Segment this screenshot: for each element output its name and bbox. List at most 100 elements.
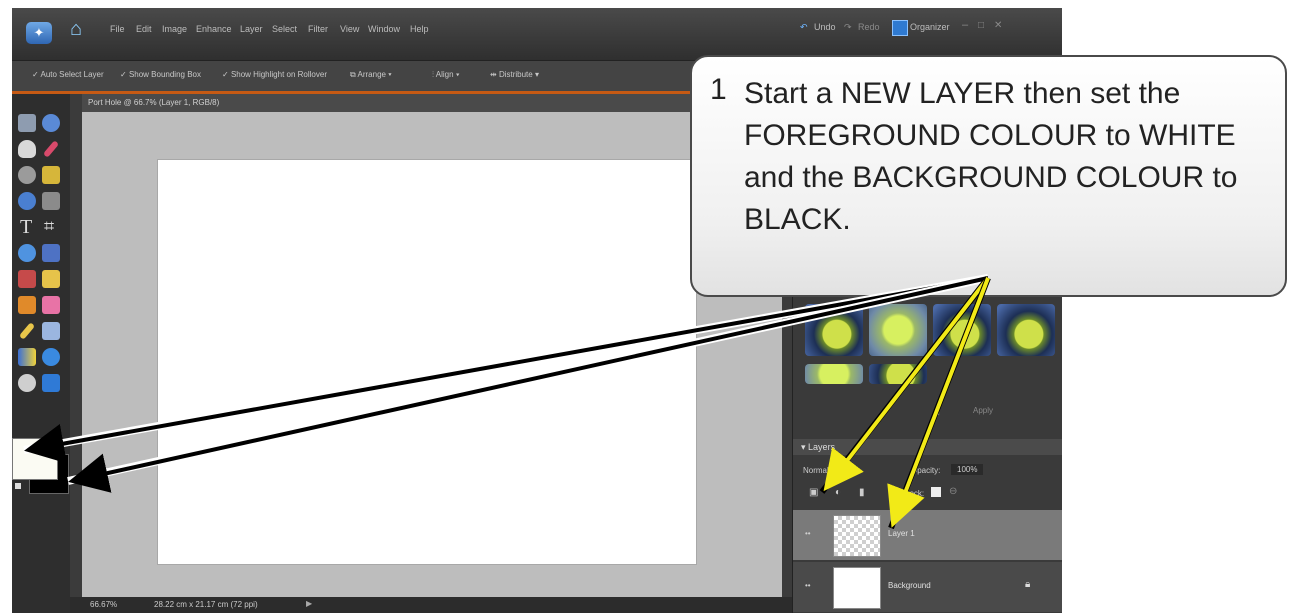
menu-bar: ✦ ⌂ File Edit Image Enhance Layer Select… [12,8,1062,61]
trash-icon[interactable]: ▮ [935,406,940,417]
healing-tool-icon[interactable] [42,270,60,288]
collapse-icon: ▾ [801,442,806,452]
minimize-icon[interactable]: – [962,19,968,31]
lock-transparent-icon[interactable] [931,487,941,497]
menu-enhance[interactable]: Enhance [196,24,232,34]
zoom-tool-icon[interactable] [42,114,60,132]
instruction-callout: 1 Start a NEW LAYER then set the FOREGRO… [690,55,1287,297]
paint-bucket-tool-icon[interactable] [42,322,60,340]
layer-thumbnail [833,515,881,557]
distribute-icon: ⇹ [490,70,497,79]
layer-row-layer-1[interactable]: •• Layer 1 [793,510,1062,560]
menu-help[interactable]: Help [410,24,429,34]
cookie-cutter-tool-icon[interactable] [18,244,36,262]
hand-tool-icon[interactable] [18,140,36,158]
default-colors-icon[interactable] [15,483,21,489]
lock-icon: 🔒︎ [1025,579,1031,590]
arrange-label: Arrange [357,70,386,79]
arrange-icon: ⧉ [350,70,356,79]
visibility-icon[interactable]: •• [805,529,811,538]
canvas-area [82,112,782,597]
layer-name: Layer 1 [888,529,915,538]
arrange-button[interactable]: ⧉ Arrange ▾ [350,70,392,80]
bounding-box-label: Show Bounding Box [128,70,201,79]
menu-file[interactable]: File [110,24,125,34]
toolbox: T ⌗ [12,94,70,613]
magic-wand-tool-icon[interactable] [18,166,36,184]
document-canvas[interactable] [158,160,696,564]
straighten-tool-icon[interactable] [42,244,60,262]
effect-thumbnail[interactable] [933,304,991,356]
effect-thumbnail[interactable] [997,304,1055,356]
menu-edit[interactable]: Edit [136,24,152,34]
maximize-icon[interactable]: □ [978,20,984,31]
align-label: Align [435,70,454,79]
type-tool-icon[interactable]: T [20,216,32,239]
align-button[interactable]: ⫶ Align ▾ [432,70,460,80]
layers-panel-header[interactable]: ▾ Layers [793,439,1062,455]
new-layer-icon[interactable]: ▣ [809,487,818,498]
menu-layer[interactable]: Layer [240,24,263,34]
instruction-text: Start a NEW LAYER then set the FOREGROUN… [744,77,1238,236]
distribute-button[interactable]: ⇹ Distribute ▾ [490,70,539,79]
auto-select-label: Auto Select Layer [40,70,104,79]
effect-thumbnail[interactable] [869,364,927,384]
crop-tool-icon[interactable]: ⌗ [44,216,54,237]
menu-filter[interactable]: Filter [308,24,328,34]
app-logo-icon[interactable]: ✦ [26,22,52,44]
effect-thumbnail[interactable] [805,364,863,384]
redo-button[interactable]: Redo [858,22,880,32]
step-number: 1 [710,73,727,106]
status-arrow-icon[interactable]: ▶ [306,599,312,608]
show-bounding-box-checkbox[interactable]: ✓ Show Bounding Box [120,70,201,79]
zoom-level[interactable]: 66.67% [90,600,117,609]
status-bar: 66.67% 28.22 cm x 21.17 cm (72 ppi) ▶ [70,597,792,613]
lock-label: Lock: [905,489,925,498]
gradient-tool-icon[interactable] [18,348,36,366]
lock-all-icon[interactable]: ⊖ [949,486,957,497]
undo-icon[interactable]: ↶ [800,22,808,33]
layer-thumbnail [833,567,881,609]
show-highlight-checkbox[interactable]: ✓ Show Highlight on Rollover [222,70,327,79]
apply-button[interactable]: Apply [973,406,993,415]
document-tab[interactable]: Port Hole @ 66.7% (Layer 1, RGB/8) [82,94,708,112]
foreground-color-swatch[interactable] [12,438,58,480]
layer-row-background[interactable]: •• Background 🔒︎ [793,562,1062,612]
blur-tool-icon[interactable] [18,374,36,392]
document-size: 28.22 cm x 21.17 cm (72 ppi) [154,600,258,609]
sponge-tool-icon[interactable] [42,374,60,392]
redo-icon[interactable]: ↷ [844,22,852,33]
opacity-field[interactable]: 100% [951,464,984,475]
organizer-button[interactable]: Organizer [910,22,950,32]
distribute-label: Distribute [498,70,533,79]
menu-window[interactable]: Window [368,24,400,34]
adjustment-layer-icon[interactable]: ◐ [835,487,841,498]
effect-thumbnail[interactable] [805,304,863,356]
menu-view[interactable]: View [340,24,359,34]
eraser-tool-icon[interactable] [42,296,60,314]
menu-select[interactable]: Select [272,24,297,34]
close-icon[interactable]: ✕ [994,20,1002,31]
quick-selection-tool-icon[interactable] [18,192,36,210]
effect-thumbnail[interactable] [869,304,927,356]
eyedropper-tool-icon[interactable] [42,140,60,158]
blend-mode-select[interactable]: Normal [803,466,829,475]
opacity-label: Opacity: [911,466,941,475]
move-tool-icon[interactable] [18,114,36,132]
layer-name: Background [888,581,931,590]
layers-panel-title: Layers [808,442,836,452]
undo-button[interactable]: Undo [814,22,836,32]
home-icon[interactable]: ⌂ [70,18,82,41]
pencil-tool-icon[interactable] [18,322,36,340]
auto-select-layer-checkbox[interactable]: ✓ Auto Select Layer [32,70,104,79]
delete-layer-icon[interactable]: ▮ [859,487,865,498]
clone-stamp-tool-icon[interactable] [18,296,36,314]
brush-selection-tool-icon[interactable] [42,192,60,210]
organizer-icon[interactable] [892,20,908,36]
visibility-icon[interactable]: •• [805,581,811,590]
menu-image[interactable]: Image [162,24,187,34]
lasso-tool-icon[interactable] [42,166,60,184]
red-eye-tool-icon[interactable] [18,270,36,288]
shape-tool-icon[interactable] [42,348,60,366]
align-icon: ⫶ [432,70,434,79]
